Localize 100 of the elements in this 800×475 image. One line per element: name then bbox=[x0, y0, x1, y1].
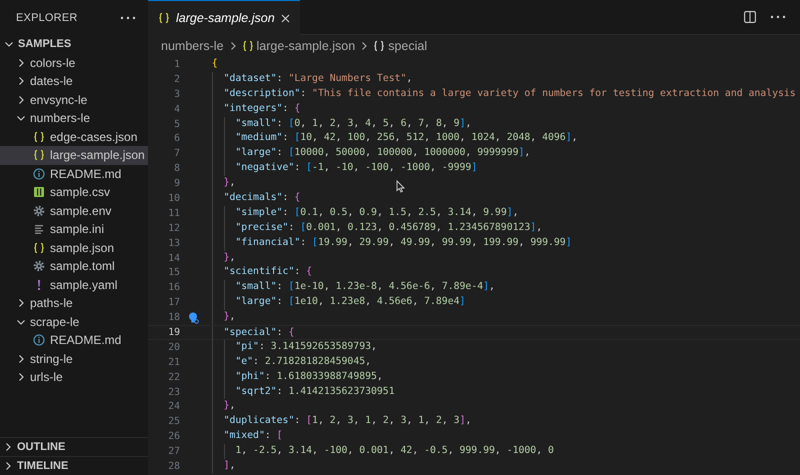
folder-item[interactable]: colors-le bbox=[0, 54, 148, 72]
folder-item[interactable]: numbers-le bbox=[0, 109, 148, 128]
chevron-icon bbox=[359, 41, 370, 51]
file-item[interactable]: sample.toml bbox=[0, 257, 148, 276]
code-line: "small": [0, 1, 2, 3, 4, 5, 6, 7, 8, 9], bbox=[235, 116, 472, 131]
code-line: "integers": { bbox=[224, 102, 300, 116]
code-line: "sqrt2": 1.4142135623730951 bbox=[235, 384, 395, 399]
code-line: "special": { bbox=[224, 326, 294, 339]
close-icon[interactable] bbox=[280, 14, 290, 22]
line-number: 8 bbox=[173, 163, 181, 174]
line-number: 7 bbox=[173, 148, 181, 160]
lines-icon bbox=[33, 223, 45, 236]
code-line: "duplicates": [1, 2, 3, 1, 2, 3, 1, 2, 3], bbox=[224, 414, 472, 428]
line-number: 12 bbox=[167, 222, 181, 234]
file-item[interactable]: sample.csv bbox=[0, 183, 148, 202]
sidebar-title: EXPLORER bbox=[16, 12, 78, 24]
info-icon bbox=[33, 168, 45, 180]
chevron-icon bbox=[16, 58, 26, 68]
exclamation-icon bbox=[36, 278, 42, 291]
breadcrumb-item[interactable]: special bbox=[373, 39, 428, 53]
file-item[interactable]: large-sample.json bbox=[0, 146, 148, 164]
table-icon bbox=[33, 186, 45, 198]
editor-tab[interactable]: large-sample.json bbox=[148, 0, 300, 35]
code-line: "pi": 3.141592653589793, bbox=[235, 340, 377, 354]
file-item[interactable]: README.md bbox=[0, 164, 148, 183]
folder-item[interactable]: SAMPLES bbox=[0, 35, 148, 54]
chevron-icon bbox=[16, 354, 26, 364]
braces-icon bbox=[33, 242, 45, 254]
code-line: ], bbox=[224, 459, 236, 474]
braces-icon bbox=[242, 40, 254, 52]
code-line: { bbox=[212, 57, 218, 71]
code-line: "dataset": "Large Numbers Test", bbox=[224, 72, 412, 86]
code-line: "small": [1e-10, 1.23e-8, 4.56e-6, 7.89e-4], bbox=[235, 280, 495, 294]
code-line: }, bbox=[224, 399, 236, 414]
code-line: }, bbox=[224, 176, 236, 190]
line-number: 15 bbox=[167, 267, 181, 278]
folder-item[interactable]: paths-le bbox=[0, 294, 148, 312]
folder-item[interactable]: envsync-le bbox=[0, 90, 148, 109]
code-line: 1, -2.5, 3.14, -100, 0.001, 42, -0.5, 999.99, -1000, 0 bbox=[235, 444, 554, 458]
line-number: 23 bbox=[167, 386, 181, 398]
line-number: 10 bbox=[167, 192, 181, 204]
braces-icon bbox=[33, 149, 45, 162]
line-number: 2 bbox=[173, 74, 181, 85]
chevron-icon bbox=[16, 298, 26, 308]
line-number: 28 bbox=[167, 460, 181, 472]
code-line: "phi": 1.618033988749895, bbox=[235, 370, 383, 384]
code-line: }, bbox=[224, 250, 236, 265]
more-icon[interactable] bbox=[120, 16, 136, 20]
code-line: "negative": [-1, -10, -100, -1000, -9999] bbox=[235, 161, 478, 176]
code-line: "medium": [10, 42, 100, 256, 512, 1000, 1024, 2048, 4096], bbox=[235, 131, 578, 146]
mouse-pointer-icon bbox=[396, 180, 405, 193]
folder-item[interactable]: dates-le bbox=[0, 72, 148, 90]
code-line: "financial": [19.99, 29.99, 49.99, 99.99, 199.99, 999.99] bbox=[235, 236, 572, 250]
braces-icon bbox=[33, 130, 45, 143]
code-line: "description": "This file contains a large variety of numbers for testing extraction and analysis bbox=[224, 86, 796, 101]
chevron-icon bbox=[16, 76, 26, 86]
folder-item[interactable]: scrape-le bbox=[0, 312, 148, 331]
folder-item[interactable]: string-le bbox=[0, 350, 148, 368]
braces-icon bbox=[373, 40, 386, 52]
line-number: 3 bbox=[173, 88, 181, 100]
code-line: "large": [1e10, 1.23e8, 4.56e6, 7.89e4] bbox=[235, 295, 466, 310]
chevron-icon bbox=[4, 39, 14, 50]
line-number: 5 bbox=[173, 118, 181, 130]
braces-icon bbox=[158, 12, 170, 24]
lightbulb-icon[interactable] bbox=[188, 312, 199, 324]
line-number: 14 bbox=[167, 252, 181, 264]
file-item[interactable]: sample.ini bbox=[0, 220, 148, 238]
line-number: 19 bbox=[167, 326, 181, 338]
line-number: 4 bbox=[173, 104, 181, 115]
folder-item[interactable]: urls-le bbox=[0, 368, 148, 386]
code-line: "scientific": { bbox=[224, 265, 312, 280]
chevron-icon bbox=[16, 113, 26, 124]
file-item[interactable]: sample.env bbox=[0, 202, 148, 220]
code-line: "simple": [0.1, 0.5, 0.9, 1.5, 2.5, 3.14, 9.99], bbox=[235, 206, 519, 220]
code-line: "precise": [0.001, 0.123, 0.456789, 1.234567890123], bbox=[235, 220, 542, 235]
line-number: 1 bbox=[173, 58, 181, 70]
code-line: "e": 2.718281828459045, bbox=[235, 354, 372, 369]
chevron-icon bbox=[16, 94, 26, 105]
info-icon bbox=[33, 334, 45, 346]
file-item[interactable]: README.md bbox=[0, 331, 148, 350]
breadcrumb-item[interactable]: large-sample.json bbox=[242, 39, 356, 53]
file-item[interactable]: edge-cases.json bbox=[0, 128, 148, 146]
split-editor-icon[interactable] bbox=[744, 11, 756, 23]
gear-icon bbox=[33, 260, 45, 272]
line-number: 17 bbox=[167, 297, 181, 308]
more-icon[interactable] bbox=[770, 15, 786, 19]
file-item[interactable]: sample.json bbox=[0, 238, 148, 257]
code-line: "mixed": [ bbox=[224, 429, 283, 444]
line-number: 20 bbox=[167, 342, 181, 353]
file-item[interactable]: sample.yaml bbox=[0, 276, 148, 294]
line-number: 25 bbox=[167, 416, 181, 428]
code-line: "large": [10000, 50000, 100000, 1000000, 9999999], bbox=[235, 146, 530, 160]
chevron-icon bbox=[16, 372, 26, 382]
line-number: 21 bbox=[167, 356, 181, 368]
line-number: 27 bbox=[167, 446, 181, 458]
line-number: 26 bbox=[167, 431, 181, 442]
line-number: 9 bbox=[173, 178, 181, 190]
breadcrumb-item[interactable]: numbers-le bbox=[161, 39, 224, 53]
line-number: 24 bbox=[167, 401, 181, 412]
line-number: 16 bbox=[167, 282, 181, 294]
